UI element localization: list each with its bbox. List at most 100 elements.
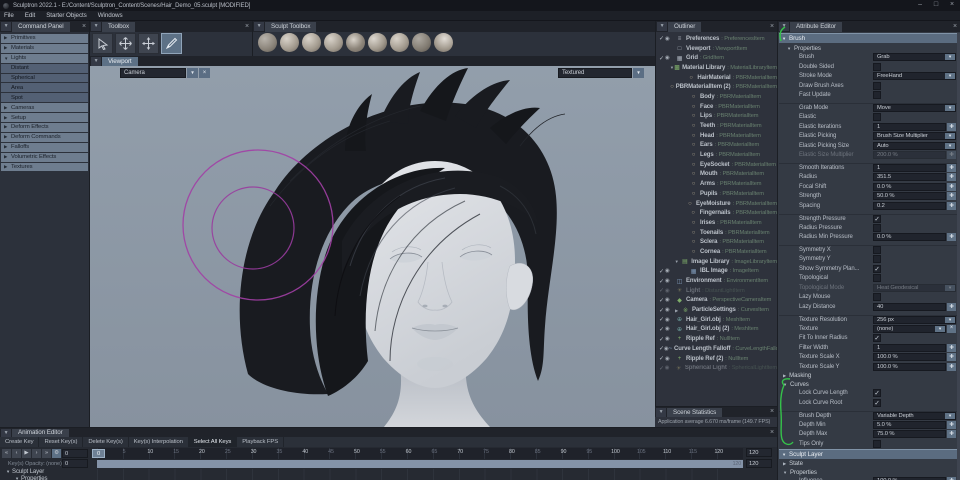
stepper-icon[interactable]: ✚ bbox=[947, 363, 956, 371]
anim-menu-item[interactable]: Playback FPS bbox=[237, 437, 284, 447]
stepper-icon[interactable]: ✚ bbox=[947, 421, 956, 429]
viewport-tab[interactable]: Viewport bbox=[102, 57, 138, 66]
enabled-check-icon[interactable]: ✓ bbox=[656, 55, 665, 62]
outliner-item[interactable]: ✓ ◉ ⊕ Hair_Girl.obj (2) MeshItem bbox=[656, 325, 777, 335]
close-icon[interactable]: × bbox=[82, 22, 86, 32]
command-panel-item[interactable]: ▶ Materials bbox=[1, 44, 88, 53]
scene-statistics-tab[interactable]: Scene Statistics bbox=[667, 408, 722, 417]
command-panel-item[interactable]: Spot bbox=[1, 93, 88, 102]
close-icon[interactable]: × bbox=[770, 407, 774, 417]
eye-visibility-icon[interactable]: ◉ bbox=[665, 278, 675, 284]
close-icon[interactable]: × bbox=[770, 429, 774, 437]
clear-icon[interactable]: × bbox=[199, 68, 210, 78]
panel-pin-icon[interactable]: ▼ bbox=[657, 22, 667, 31]
close-button[interactable]: × bbox=[944, 0, 960, 11]
play-button[interactable]: ▶ bbox=[22, 449, 31, 458]
enabled-check-icon[interactable]: ✓ bbox=[656, 326, 665, 333]
value-field[interactable]: 200.0 % bbox=[873, 151, 946, 159]
value-field[interactable]: 0.0 % bbox=[873, 233, 946, 241]
outliner-item[interactable]: ○ Ears PBRMaterialItem bbox=[656, 141, 777, 151]
outliner-item[interactable]: ○ Sclera PBRMaterialItem bbox=[656, 237, 777, 247]
stepper-icon[interactable]: ✚ bbox=[947, 353, 956, 361]
dropdown-arrow-icon[interactable]: ▼ bbox=[187, 68, 198, 78]
dropdown-arrow-icon[interactable]: ▼ bbox=[945, 412, 955, 420]
outliner-item[interactable]: ○ EyeMoisture PBRMaterialItem bbox=[656, 199, 777, 209]
command-panel-item[interactable]: ▶ Volumetric Effects bbox=[1, 153, 88, 162]
outliner-item[interactable]: ✓ ◉ + Ripple Ref (2) NullItem bbox=[656, 354, 777, 364]
value-field[interactable]: Variable Depth ▼ bbox=[873, 412, 956, 420]
outliner-item[interactable]: ✓ ◉ ~ Curve Length Falloff CurveLengthFa… bbox=[656, 344, 777, 354]
timeline-track-bar[interactable]: 120 bbox=[97, 460, 743, 468]
enabled-check-icon[interactable]: ✓ bbox=[656, 316, 665, 323]
value-field[interactable]: 100.0 % bbox=[873, 363, 946, 371]
outliner-item[interactable]: ○ Fingernails PBRMaterialItem bbox=[656, 208, 777, 218]
command-panel-item[interactable]: ▶ Deform Commands bbox=[1, 133, 88, 142]
checkbox[interactable]: ✓ bbox=[873, 334, 881, 342]
value-field[interactable]: 1 bbox=[873, 123, 946, 131]
sculpt-toolbox-tab[interactable]: Sculpt Toolbox bbox=[265, 22, 316, 32]
minimize-button[interactable]: – bbox=[912, 0, 928, 11]
value-field[interactable]: 0.0 % bbox=[873, 183, 946, 191]
value-field[interactable]: 0.2 bbox=[873, 202, 946, 210]
close-icon[interactable]: × bbox=[953, 22, 957, 32]
outliner-item[interactable]: ○ Teeth PBRMaterialItem bbox=[656, 121, 777, 131]
checkbox[interactable]: ✓ bbox=[873, 265, 881, 273]
stepper-icon[interactable]: ✚ bbox=[947, 303, 956, 311]
subsection-header[interactable]: ▼Properties bbox=[787, 45, 821, 52]
value-field[interactable]: 1 bbox=[873, 344, 946, 352]
enabled-check-icon[interactable]: ✓ bbox=[656, 287, 665, 294]
eye-visibility-icon[interactable]: ◉ bbox=[665, 55, 675, 61]
stepper-icon[interactable]: ✚ bbox=[947, 123, 956, 131]
sculpt-brush-sphere-icon[interactable] bbox=[302, 33, 321, 52]
scale-tool-button[interactable] bbox=[138, 33, 159, 54]
sculpt-tool-button[interactable] bbox=[161, 33, 182, 54]
viewport-3d[interactable]: Camera ▼ × Textured ▼ bbox=[90, 66, 655, 427]
command-panel-item[interactable]: ▶ Primitives bbox=[1, 34, 88, 43]
outliner-item[interactable]: ✓ ◉ ▶ ※ ParticleSettings CurvesItem bbox=[656, 305, 777, 315]
eye-visibility-icon[interactable]: ◉ bbox=[665, 326, 675, 332]
checkbox[interactable] bbox=[873, 224, 881, 232]
sculpt-brush-sphere-icon[interactable] bbox=[258, 33, 277, 52]
clear-icon[interactable]: × bbox=[947, 325, 956, 333]
value-field[interactable]: 351.5 bbox=[873, 173, 946, 181]
panel-pin-icon[interactable]: ▼ bbox=[91, 22, 101, 31]
stepper-icon[interactable]: ✚ bbox=[947, 202, 956, 210]
group-header[interactable]: ▶Masking bbox=[783, 372, 811, 379]
stepper-icon[interactable]: ✚ bbox=[947, 151, 956, 159]
eye-visibility-icon[interactable]: ◉ bbox=[665, 297, 675, 303]
checkbox[interactable] bbox=[873, 113, 881, 121]
panel-pin-icon[interactable]: ▼ bbox=[1, 22, 11, 31]
enabled-check-icon[interactable]: ✓ bbox=[656, 35, 665, 42]
eye-visibility-icon[interactable]: ◉ bbox=[665, 307, 675, 313]
outliner-item[interactable]: ○ Lips PBRMaterialItem bbox=[656, 112, 777, 122]
value-field[interactable]: Move ▼ bbox=[873, 104, 956, 112]
menu-item[interactable]: Windows bbox=[98, 12, 123, 19]
sculpt-brush-sphere-icon[interactable] bbox=[412, 33, 431, 52]
dropdown-arrow-icon[interactable]: ▼ bbox=[945, 72, 955, 80]
timeline-scrubber[interactable]: 0 bbox=[92, 449, 105, 458]
go-to-end-button[interactable]: » bbox=[42, 449, 51, 458]
outliner-item[interactable]: ○ Toenails PBRMaterialItem bbox=[656, 228, 777, 238]
eye-visibility-icon[interactable]: ◉ bbox=[665, 36, 675, 42]
dropdown-arrow-icon[interactable]: ▼ bbox=[633, 68, 644, 78]
command-panel-item[interactable]: ▶ Deform Effects bbox=[1, 123, 88, 132]
move-tool-button[interactable] bbox=[115, 33, 136, 54]
value-field[interactable]: Grab ▼ bbox=[873, 53, 956, 61]
group-header[interactable]: ▼Curves bbox=[783, 381, 809, 388]
section-header[interactable]: ▼Brush bbox=[782, 35, 805, 42]
shading-select-value[interactable]: Textured bbox=[558, 68, 632, 78]
stepper-icon[interactable]: ✚ bbox=[947, 164, 956, 172]
checkbox[interactable] bbox=[873, 293, 881, 301]
toolbox-tab[interactable]: Toolbox bbox=[102, 22, 135, 32]
key-opacity-field[interactable]: 0 bbox=[62, 459, 88, 468]
eye-visibility-icon[interactable]: ◉ bbox=[665, 365, 675, 371]
command-panel-tab[interactable]: Command Panel bbox=[12, 22, 70, 32]
sculpt-brush-sphere-icon[interactable] bbox=[368, 33, 387, 52]
eye-visibility-icon[interactable]: ◉ bbox=[665, 356, 675, 362]
close-icon[interactable]: × bbox=[770, 22, 774, 32]
checkbox[interactable] bbox=[873, 63, 881, 71]
sculpt-brush-sphere-icon[interactable] bbox=[324, 33, 343, 52]
checkbox[interactable] bbox=[873, 274, 881, 282]
value-field[interactable]: 40 bbox=[873, 303, 946, 311]
menu-item[interactable]: Edit bbox=[25, 12, 35, 19]
